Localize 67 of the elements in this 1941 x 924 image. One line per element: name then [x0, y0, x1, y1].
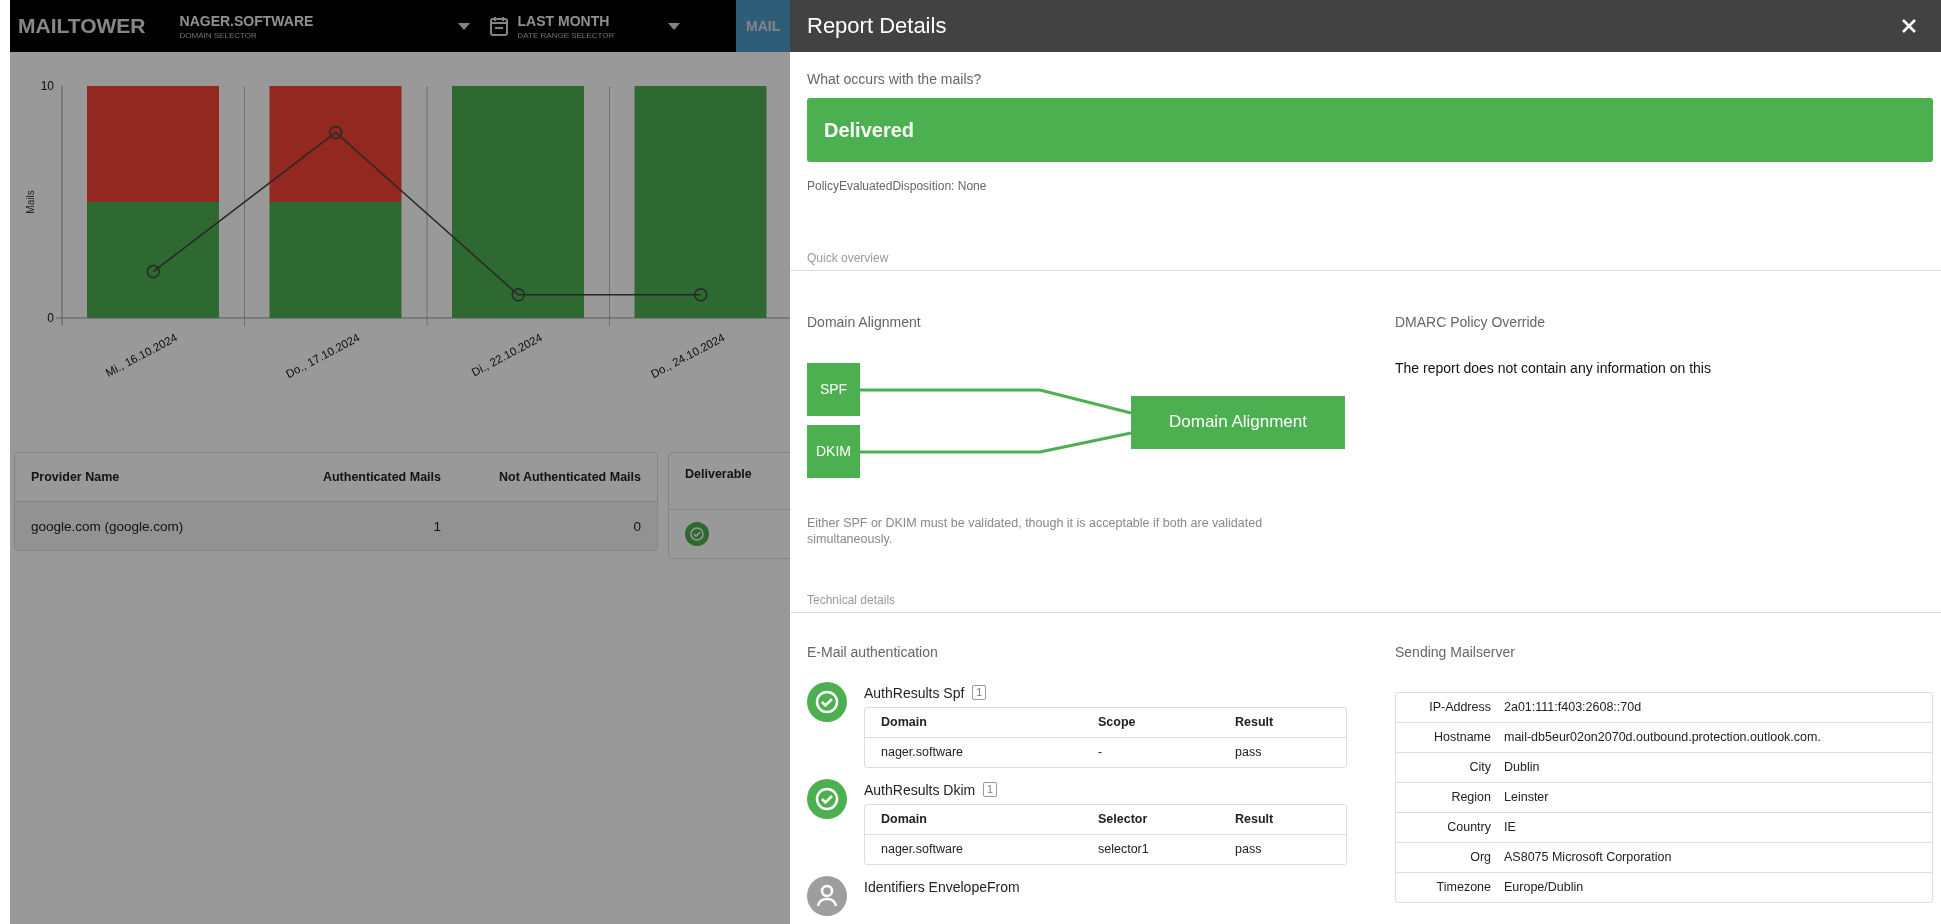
table-cell-text: nager.software: [881, 842, 964, 857]
date-range-selector[interactable]: LAST MONTH DATE RANGE SELECTOR: [479, 12, 690, 40]
column-header: Authenticated Mails: [321, 470, 441, 484]
column-header: Deliverable: [685, 467, 752, 481]
column-header: Not Authenticated Mails: [498, 470, 641, 484]
table-cell-text: pass: [1235, 842, 1263, 857]
app-logo: MAILTOWER: [17, 14, 147, 38]
question-label: What occurs with the mails?: [807, 70, 983, 89]
field-value: Europe/Dublin: [1504, 880, 1585, 895]
y-tick-label: 10: [40, 79, 54, 93]
chart-point: [146, 264, 160, 279]
diagram-node: Domain Alignment: [1131, 395, 1345, 449]
caret-icon: [667, 22, 680, 30]
column-title: DMARC Policy Override: [1395, 312, 1547, 331]
y-axis-label: Mails: [25, 190, 36, 214]
column-title: Sending Mailserver: [1395, 643, 1516, 662]
column-header: Scope: [1098, 715, 1137, 730]
table-cell-text: -: [1098, 745, 1104, 760]
count-badge: 1: [972, 685, 986, 701]
diagram-node: SPF: [807, 362, 860, 416]
chart-point: [511, 288, 525, 302]
field-label: Timezone: [1435, 880, 1491, 895]
table-cell-text: selector1: [1098, 842, 1150, 857]
auth-result-title: AuthResults Dkim: [864, 781, 976, 798]
result-banner: Delivered: [807, 98, 1933, 163]
column-title: Domain Alignment: [807, 312, 922, 331]
table-cell-text: 1: [432, 518, 441, 534]
caret-icon: [457, 22, 470, 30]
table-cell-text: pass: [1235, 745, 1263, 760]
field-label: Hostname: [1433, 730, 1491, 745]
chart-point: [329, 125, 343, 140]
policy-override-text: The report does not contain any information on this: [1395, 358, 1712, 378]
panel-title: Report Details: [807, 13, 947, 39]
field-value: AS8075 Microsoft Corporation: [1504, 850, 1673, 865]
field-label: Org: [1469, 850, 1491, 865]
calendar-icon: [489, 16, 508, 36]
table-cell-text: nager.software: [881, 745, 964, 760]
disposition-text: PolicyEvaluatedDisposition: None: [807, 179, 988, 195]
column-header: Selector: [1098, 812, 1149, 827]
table-cell-text: 0: [632, 518, 641, 534]
y-tick-label: 0: [47, 311, 54, 325]
column-header: Domain: [881, 715, 928, 730]
column-header: Domain: [881, 812, 928, 827]
auth-result-title: Identifiers EnvelopeFrom: [864, 878, 1020, 895]
section-title: Technical details: [790, 593, 1941, 614]
auth-result-title: AuthResults Spf: [864, 684, 965, 701]
field-value: mail-db5eur02on2070d.outbound.protection.outlook.com.: [1504, 730, 1822, 745]
table-cell-text: google.com (google.com): [31, 518, 185, 534]
field-value: Leinster: [1504, 790, 1550, 805]
field-label: City: [1468, 760, 1491, 775]
close-icon: [1901, 18, 1917, 34]
count-badge: 1: [983, 782, 997, 798]
field-value: IE: [1504, 820, 1517, 835]
field-label: Region: [1450, 790, 1491, 805]
field-label: IP-Address: [1428, 700, 1491, 715]
column-header: Result: [1235, 715, 1275, 730]
field-value: 2a01:111:f403:2608::70d: [1504, 700, 1643, 715]
chart-point: [694, 288, 708, 302]
domain-selector[interactable]: NAGER.SOFTWARE DOMAIN SELECTOR: [169, 12, 480, 40]
section-title: Quick overview: [790, 250, 1941, 271]
alignment-note: Either SPF or DKIM must be validated, though it is acceptable if both are validated simultaneously.: [807, 514, 1264, 548]
column-header: Result: [1235, 812, 1275, 827]
column-title: E-Mail authentication: [807, 643, 939, 662]
field-value: Dublin: [1504, 760, 1541, 775]
field-label: Country: [1446, 820, 1491, 835]
diagram-node: DKIM: [807, 424, 860, 478]
column-header: Provider Name: [31, 470, 121, 484]
